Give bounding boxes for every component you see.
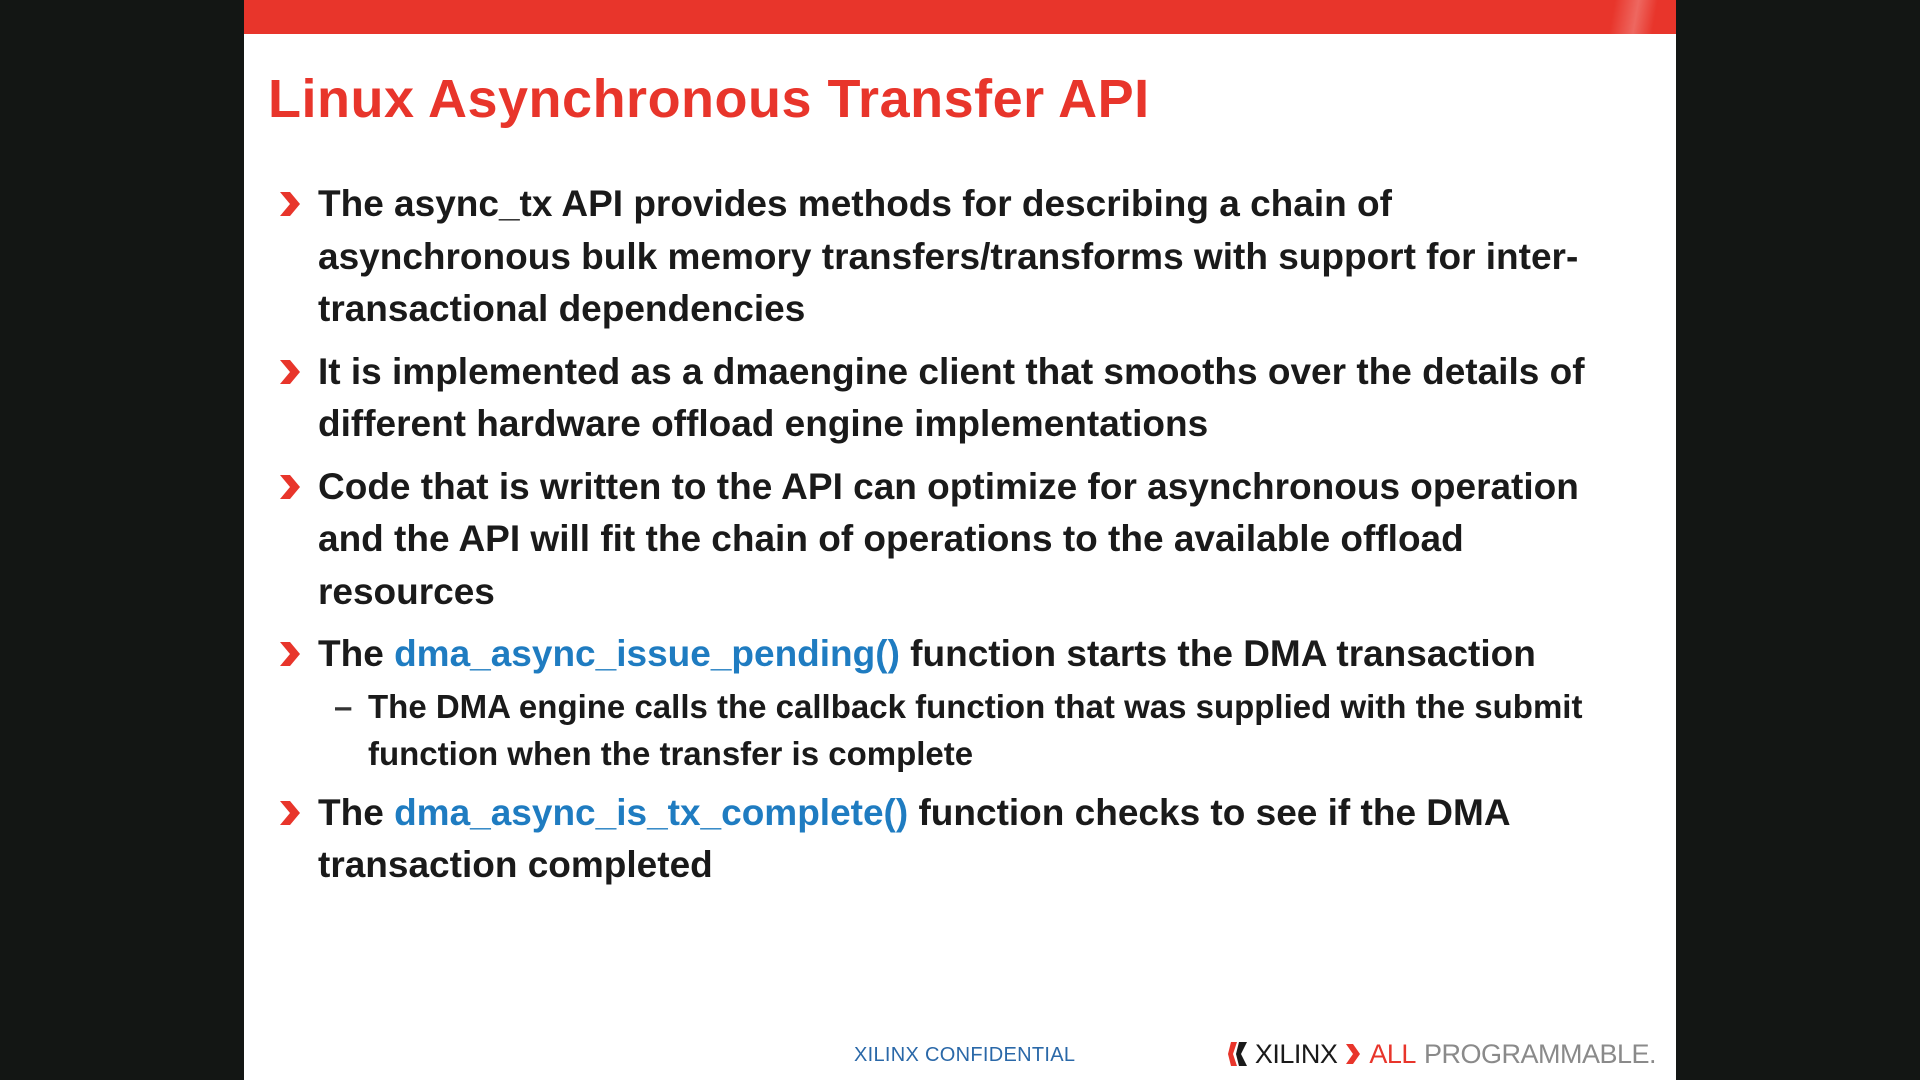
slide: Linux Asynchronous Transfer API The asyn… [244, 0, 1676, 1080]
bullet-text: The dma_async_issue_pending() function s… [318, 628, 1638, 681]
chevron-bullet-icon [280, 642, 300, 666]
xilinx-logo-icon [1227, 1042, 1247, 1066]
chevron-bullet-icon [280, 192, 300, 216]
bullet-item: The async_tx API provides methods for de… [278, 178, 1638, 336]
bullet-list: The async_tx API provides methods for de… [278, 178, 1638, 902]
slide-title: Linux Asynchronous Transfer API [268, 69, 1150, 129]
bullet-text: Code that is written to the API can opti… [318, 465, 1579, 612]
sub-bullet-text: The DMA engine calls the callback functi… [368, 687, 1583, 772]
function-name: dma_async_issue_pending() [394, 633, 900, 674]
bullet-text-prefix: The [318, 791, 395, 833]
bullet-text-suffix: function starts the DMA transaction [899, 633, 1536, 674]
confidential-label: XILINX CONFIDENTIAL [854, 1044, 1076, 1066]
top-accent-bar [244, 0, 1676, 34]
logo-xilinx-text: XILINX [1254, 1038, 1338, 1069]
logo-all-text: ALL [1369, 1038, 1416, 1069]
bullet-item: The dma_async_is_tx_complete() function … [278, 787, 1638, 892]
chevron-bullet-icon [280, 800, 300, 825]
bullet-text: It is implemented as a dmaengine client … [318, 350, 1585, 445]
bullet-text: The dma_async_is_tx_complete() function … [318, 787, 1638, 892]
bullet-item: It is implemented as a dmaengine client … [278, 346, 1638, 451]
chevron-logo-icon [1346, 1044, 1361, 1064]
bullet-item: Code that is written to the API can opti… [278, 461, 1638, 619]
sub-bullet-dash: – [334, 687, 353, 725]
bullet-item: The dma_async_issue_pending() function s… [278, 628, 1638, 681]
bullet-text-prefix: The [318, 633, 395, 674]
function-name: dma_async_is_tx_complete() [394, 791, 909, 833]
top-bar-highlight [1586, 0, 1676, 34]
chevron-bullet-icon [280, 359, 300, 384]
bullet-text: The async_tx API provides methods for de… [318, 183, 1579, 329]
logo-programmable-text: PROGRAMMABLE. [1423, 1038, 1657, 1069]
xilinx-logo: XILINX ALL PROGRAMMABLE. [1227, 1038, 1657, 1070]
sub-bullet-item: – The DMA engine calls the callback func… [278, 683, 1638, 777]
chevron-bullet-icon [280, 474, 300, 499]
